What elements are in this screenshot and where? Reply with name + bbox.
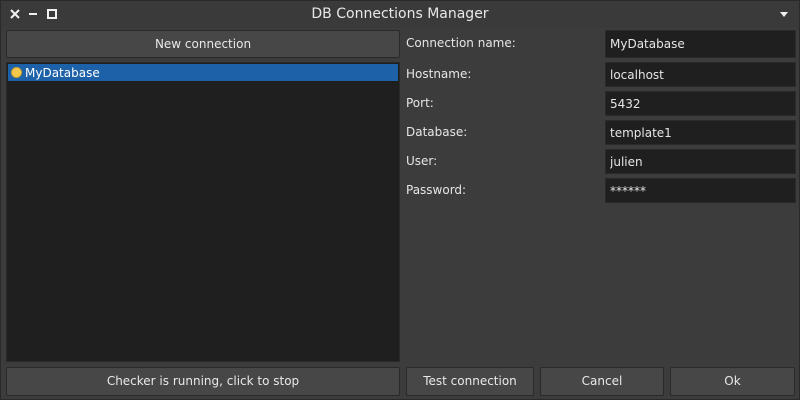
port-label: Port: <box>406 96 434 110</box>
window-title: DB Connections Manager <box>311 6 489 22</box>
connection-list[interactable]: MyDatabase <box>6 62 400 362</box>
db-connections-window: DB Connections Manager New connection My… <box>0 0 800 400</box>
connection-name-input[interactable] <box>605 30 796 58</box>
connection-item-label: MyDatabase <box>25 65 100 80</box>
status-dot-icon <box>11 67 22 78</box>
new-connection-button[interactable]: New connection <box>6 30 400 58</box>
hostname-label: Hostname: <box>406 67 472 81</box>
ok-button[interactable]: Ok <box>670 367 795 396</box>
cancel-button[interactable]: Cancel <box>540 367 664 396</box>
chevron-down-icon[interactable] <box>777 7 791 21</box>
title-bar[interactable]: DB Connections Manager <box>1 1 799 28</box>
user-input[interactable] <box>605 149 796 174</box>
password-input[interactable] <box>605 178 796 203</box>
checker-toggle-button[interactable]: Checker is running, click to stop <box>6 367 400 396</box>
port-input[interactable] <box>605 91 796 116</box>
hostname-input[interactable] <box>605 62 796 87</box>
test-connection-button[interactable]: Test connection <box>406 367 534 396</box>
password-label: Password: <box>406 183 467 197</box>
connection-name-label: Connection name: <box>406 36 516 50</box>
user-label: User: <box>406 154 438 168</box>
list-item[interactable]: MyDatabase <box>8 64 398 81</box>
database-input[interactable] <box>605 120 796 145</box>
database-label: Database: <box>406 125 468 139</box>
